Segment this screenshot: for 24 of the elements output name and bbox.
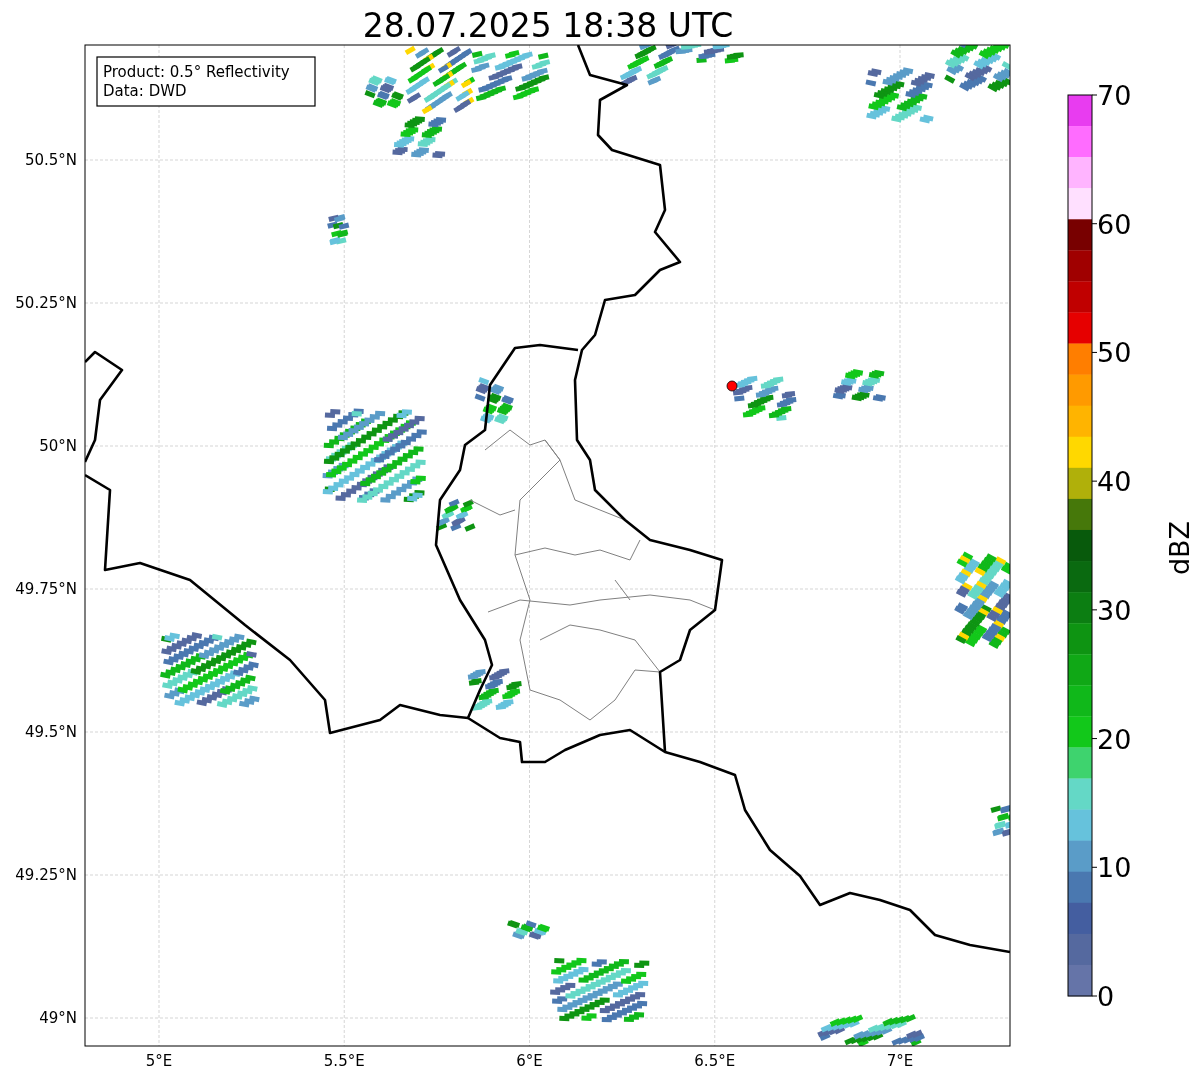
longitude-label: 5°E	[145, 1052, 173, 1070]
latitude-label: 50.5°N	[24, 151, 77, 169]
longitude-label: 7°E	[886, 1052, 914, 1070]
colorbar-tick-label: 50	[1097, 337, 1132, 369]
longitude-label: 5.5°E	[323, 1052, 365, 1070]
info-text: Product: 0.5° Reflectivity	[103, 63, 290, 81]
colorbar-tick-label: 20	[1097, 723, 1132, 755]
colorbar-tick-label: 30	[1097, 594, 1132, 626]
colorbar-tick-label: 40	[1097, 466, 1132, 498]
colorbar-tick-label: 60	[1097, 208, 1132, 240]
latitude-label: 49.25°N	[15, 866, 77, 884]
latitude-label: 49°N	[39, 1009, 77, 1027]
colorbar-tick-label: 0	[1097, 981, 1115, 1012]
colorbar-tick-label: 70	[1097, 80, 1132, 111]
chart-title: 28.07.2025 18:38 UTC	[362, 6, 734, 45]
info-text: Data: DWD	[103, 82, 187, 100]
longitude-label: 6.5°E	[694, 1052, 736, 1070]
latitude-label: 49.75°N	[15, 580, 77, 598]
latitude-label: 50.25°N	[15, 294, 77, 312]
longitude-label: 6°E	[516, 1052, 543, 1070]
latitude-label: 50°N	[39, 437, 77, 455]
colorbar-tick-label: 10	[1097, 852, 1132, 884]
colorbar-label: dBZ	[1164, 520, 1195, 576]
latitude-label: 49.5°N	[24, 723, 77, 741]
